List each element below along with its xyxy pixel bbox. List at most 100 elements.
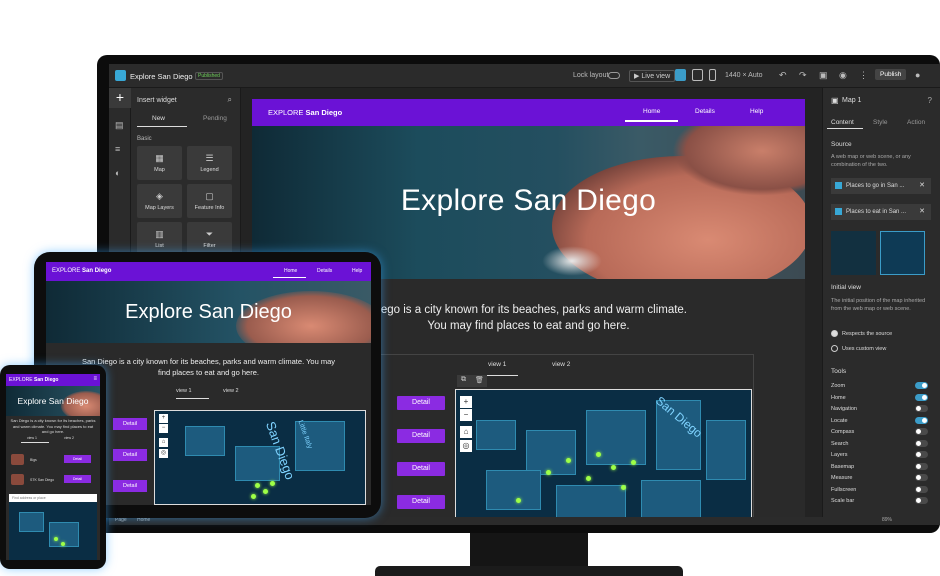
zoom-level[interactable]: 89% <box>882 517 892 523</box>
page-icon[interactable]: ▤ <box>115 120 125 130</box>
home-icon[interactable]: ⌂ <box>460 426 472 438</box>
preview-icon[interactable]: ◉ <box>839 70 847 81</box>
tab-view-1[interactable]: view 1 <box>488 361 506 368</box>
map-pin[interactable] <box>516 498 521 503</box>
widget-tile-filter[interactable]: ⏷ Filter <box>187 222 232 256</box>
insert-widget-plus-icon[interactable]: + <box>109 88 131 108</box>
more-icon[interactable]: ⋮ <box>859 70 868 81</box>
close-icon[interactable]: ✕ <box>919 204 925 220</box>
map-pin[interactable] <box>255 483 260 488</box>
nav-home[interactable]: Home <box>643 108 660 115</box>
detail-button[interactable]: Detail <box>113 480 147 492</box>
search-icon[interactable]: ⌕ <box>228 95 232 105</box>
tab-view-1[interactable]: view 1 <box>176 388 192 394</box>
lock-layout-toggle[interactable] <box>608 72 620 79</box>
map-pin[interactable] <box>54 537 58 541</box>
nav-details[interactable]: Details <box>317 268 332 274</box>
locate-icon[interactable]: ◎ <box>460 440 472 452</box>
locate-icon[interactable]: ◎ <box>159 449 168 458</box>
nav-help[interactable]: Help <box>750 108 763 115</box>
source-item[interactable]: Places to eat in San ... ✕ <box>831 204 931 220</box>
widget-tile-map[interactable]: ▦ Map <box>137 146 182 180</box>
publish-button[interactable]: Publish <box>875 69 907 80</box>
list-item[interactable]: Bigs Detail <box>11 452 95 468</box>
zoom-out-icon[interactable]: − <box>159 424 168 433</box>
detail-button[interactable]: Detail <box>397 495 445 509</box>
radio-respects-source[interactable] <box>831 330 838 337</box>
map-pin[interactable] <box>566 458 571 463</box>
tool-toggle-fullscreen[interactable] <box>915 486 928 493</box>
widget-tile-list[interactable]: ▥ List <box>137 222 182 256</box>
undo-icon[interactable]: ↶ <box>779 70 787 81</box>
widget-tile-map-layers[interactable]: ◈ Map Layers <box>137 184 182 218</box>
map-thumbnail[interactable] <box>831 231 876 275</box>
widget-tile-feature-info[interactable]: ▢ Feature Info <box>187 184 232 218</box>
tool-toggle-search[interactable] <box>915 440 928 447</box>
help-icon[interactable]: ? <box>928 96 932 105</box>
tab-pending[interactable]: Pending <box>203 115 227 122</box>
detail-button[interactable]: Detail <box>397 462 445 476</box>
detail-button[interactable]: Detail <box>113 449 147 461</box>
tool-toggle-zoom[interactable] <box>915 382 928 389</box>
map-pin[interactable] <box>61 542 65 546</box>
nav-help[interactable]: Help <box>352 268 362 274</box>
tool-toggle-navigation[interactable] <box>915 405 928 412</box>
map-widget[interactable] <box>9 502 97 560</box>
tool-toggle-basemap[interactable] <box>915 463 928 470</box>
home-icon[interactable]: ⌂ <box>159 438 168 447</box>
detail-button[interactable]: Detail <box>397 396 445 410</box>
delete-icon[interactable]: 🗑 <box>475 376 484 384</box>
phone-device-icon[interactable] <box>709 69 716 81</box>
map-pin[interactable] <box>263 489 268 494</box>
source-item[interactable]: Places to go in San ... ✕ <box>831 178 931 194</box>
map-pin[interactable] <box>270 481 275 486</box>
nav-details[interactable]: Details <box>695 108 715 115</box>
zoom-in-icon[interactable]: + <box>159 414 168 423</box>
tablet-device-icon[interactable] <box>692 69 703 81</box>
search-input[interactable]: Find address or place <box>9 494 97 502</box>
data-icon[interactable]: ≡ <box>115 144 125 154</box>
zoom-out-icon[interactable]: − <box>460 409 472 421</box>
tool-toggle-compass[interactable] <box>915 428 928 435</box>
radio-custom-view[interactable] <box>831 345 838 352</box>
redo-icon[interactable]: ↷ <box>799 70 807 81</box>
list-item[interactable]: STK San Diego Detail <box>11 472 95 488</box>
detail-button[interactable]: Detail <box>64 475 91 483</box>
detail-button[interactable]: Detail <box>64 455 91 463</box>
map-pin[interactable] <box>621 485 626 490</box>
screen-size-select[interactable]: 1440 × Auto <box>725 72 763 79</box>
nav-home[interactable]: Home <box>284 268 297 274</box>
map-pin[interactable] <box>586 476 591 481</box>
map-pin[interactable] <box>631 460 636 465</box>
tab-view-2[interactable]: view 2 <box>552 361 570 368</box>
map-pin[interactable] <box>611 465 616 470</box>
detail-button[interactable]: Detail <box>113 418 147 430</box>
save-icon[interactable]: ▣ <box>819 70 828 81</box>
zoom-in-icon[interactable]: + <box>460 396 472 408</box>
tab-view-1[interactable]: view 1 <box>27 436 37 440</box>
tool-toggle-home[interactable] <box>915 394 928 401</box>
tab-new[interactable]: New <box>152 115 165 122</box>
map-pin[interactable] <box>596 452 601 457</box>
hamburger-menu-icon[interactable]: ≡ <box>93 376 97 382</box>
close-icon[interactable]: ✕ <box>919 178 925 194</box>
tab-content[interactable]: Content <box>831 119 854 126</box>
live-view-button[interactable]: ▶ Live view <box>629 70 676 82</box>
tab-action[interactable]: Action <box>907 119 925 126</box>
copy-icon[interactable]: ⧉ <box>461 376 466 384</box>
map-pin[interactable] <box>546 470 551 475</box>
map-widget[interactable]: San Diego + − ⌂ ◎ <box>455 389 752 525</box>
tab-view-2[interactable]: view 2 <box>64 436 74 440</box>
tab-style[interactable]: Style <box>873 119 887 126</box>
map-widget[interactable]: San Diego Little Italy + − ⌂ ◎ <box>154 410 366 505</box>
tool-toggle-locate[interactable] <box>915 417 928 424</box>
map-pin[interactable] <box>251 494 256 499</box>
theme-icon[interactable]: ◐ <box>115 168 125 178</box>
tab-view-2[interactable]: view 2 <box>223 388 239 394</box>
tool-toggle-layers[interactable] <box>915 451 928 458</box>
widget-tile-legend[interactable]: ☰ Legend <box>187 146 232 180</box>
tool-toggle-measure[interactable] <box>915 474 928 481</box>
tool-toggle-scale-bar[interactable] <box>915 497 928 504</box>
desktop-device-icon[interactable] <box>675 69 686 81</box>
map-thumbnail[interactable] <box>880 231 925 275</box>
